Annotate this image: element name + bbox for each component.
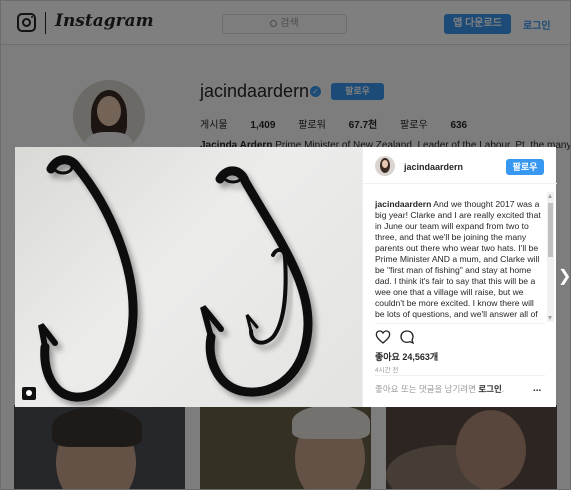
chevron-right-icon[interactable]: ❯ [558,268,571,286]
heart-icon[interactable] [375,329,391,345]
comment-icon[interactable] [399,329,415,345]
caption-scroll-area[interactable]: jacindaardern And we thought 2017 was a … [375,199,541,322]
comment-divider [375,375,545,376]
comment-login-link[interactable]: 로그인 [478,384,501,394]
actions-divider [375,323,545,324]
comment-login-prompt: 좋아요 또는 댓글을 남기려면 로그인. [375,384,505,394]
user-tag-icon[interactable] [22,387,36,400]
caption-scrollbar[interactable] [547,192,554,322]
scroll-up-arrow-icon[interactable] [548,194,552,198]
scroll-down-arrow-icon[interactable] [548,316,552,320]
scrollbar-thumb[interactable] [548,203,553,257]
author-avatar[interactable] [375,156,395,176]
post-sidebar: jacindaardern 팔로우 jacindaardern And we t… [362,147,557,407]
post-author-username[interactable]: jacindaardern [404,162,463,172]
caption-text: And we thought 2017 was a big year! Clar… [375,199,541,322]
post-follow-button[interactable]: 팔로우 [506,159,544,175]
post-header: jacindaardern 팔로우 [363,147,557,184]
more-options-icon[interactable]: ... [533,384,541,394]
post-timestamp: 4시간 전 [375,367,399,374]
caption-author[interactable]: jacindaardern [375,199,431,209]
fish-hooks-image [38,155,313,402]
post-modal: jacindaardern 팔로우 jacindaardern And we t… [15,147,557,407]
post-photo[interactable] [15,147,362,407]
likes-count[interactable]: 좋아요 24,563개 [375,350,438,363]
